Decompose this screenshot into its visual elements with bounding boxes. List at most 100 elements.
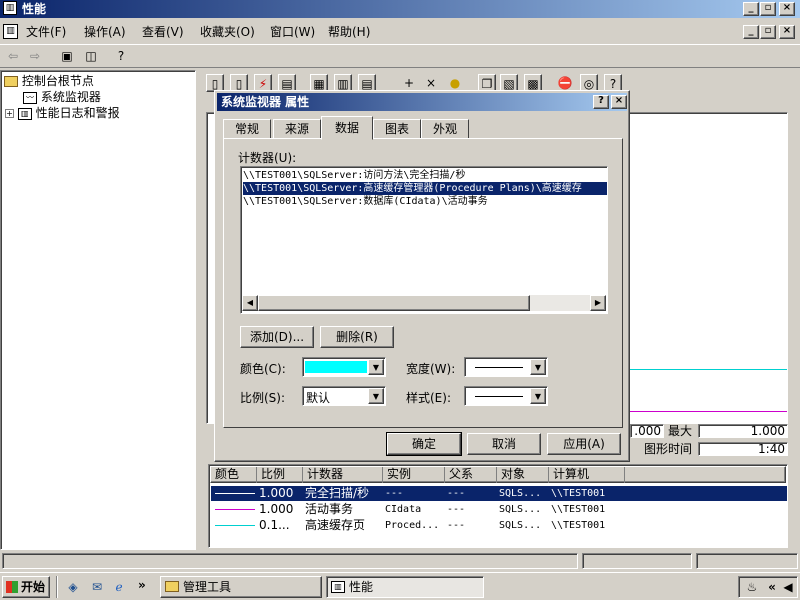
monitor-icon: 〰 xyxy=(23,91,37,104)
remove-counter-button[interactable]: 删除(R) xyxy=(320,326,394,348)
menu-view[interactable]: 查看(V) xyxy=(136,22,190,42)
row-instance: Proced... xyxy=(385,520,440,531)
table-row[interactable]: 0.1... 高速缓存页 Proced... --- SQLS... \\TES… xyxy=(211,518,787,533)
width-label: 宽度(W): xyxy=(406,362,456,376)
tab-source[interactable]: 来源 xyxy=(273,119,321,139)
color-swatch xyxy=(305,361,367,373)
chevron-down-icon[interactable]: ▼ xyxy=(530,359,546,375)
desktop-icon[interactable]: ◈ xyxy=(64,578,82,596)
row-scale: 1.000 xyxy=(259,502,294,516)
color-select[interactable]: ▼ xyxy=(302,357,386,377)
col-parent[interactable]: 父系 xyxy=(445,467,497,483)
list-item[interactable]: \\TEST001\SQLServer:数据库(CIdata)\活动事务 xyxy=(243,195,593,208)
dialog-help-button[interactable]: ? xyxy=(593,95,609,109)
row-counter: 高速缓存页 xyxy=(305,518,366,532)
col-counter[interactable]: 计数器 xyxy=(303,467,383,483)
tree-item-perf-logs[interactable]: + ▥ 性能日志和警报 xyxy=(5,105,120,121)
stat-duration-value: 1:40 xyxy=(698,442,788,456)
tree-root[interactable]: 控制台根节点 xyxy=(4,73,94,89)
row-color-swatch xyxy=(215,493,255,494)
scroll-left-button[interactable]: ◀ xyxy=(242,295,258,311)
menu-action[interactable]: 操作(A) xyxy=(78,22,132,42)
col-color[interactable]: 颜色 xyxy=(211,467,257,483)
close-button[interactable]: × xyxy=(779,2,795,16)
child-minimize-button[interactable]: _ xyxy=(743,25,759,39)
chart-line-cyan xyxy=(617,369,787,370)
tab-general[interactable]: 常规 xyxy=(223,119,271,139)
style-select[interactable]: ▼ xyxy=(464,386,548,406)
menu-help[interactable]: 帮助(H) xyxy=(322,22,376,42)
col-computer[interactable]: 计算机 xyxy=(549,467,625,483)
add-counter-button[interactable]: 添加(D)... xyxy=(240,326,314,348)
dialog-titlebar: 系统监视器 属性 ? × xyxy=(217,93,627,111)
menu-window[interactable]: 窗口(W) xyxy=(264,22,321,42)
minimize-button[interactable]: _ xyxy=(743,2,759,16)
row-counter: 活动事务 xyxy=(305,502,354,516)
list-item[interactable]: \\TEST001\SQLServer:访问方法\完全扫描/秒 xyxy=(243,169,593,182)
table-row[interactable]: 1.000 完全扫描/秒 --- --- SQLS... \\TEST001 xyxy=(211,486,787,501)
row-instance: --- xyxy=(385,488,404,499)
col-scale[interactable]: 比例 xyxy=(257,467,303,483)
ok-button[interactable]: 确定 xyxy=(386,432,462,456)
col-object[interactable]: 对象 xyxy=(497,467,549,483)
quicklaunch-chevron[interactable]: » xyxy=(138,578,146,592)
volume-icon[interactable]: ◀ xyxy=(779,578,797,596)
horizontal-scrollbar[interactable]: ◀ ▶ xyxy=(242,295,606,311)
tree-item-system-monitor[interactable]: 〰 系统监视器 xyxy=(23,89,101,105)
menu-file[interactable]: 文件(F) xyxy=(20,22,72,42)
stat-max-value: 1.000 xyxy=(698,424,788,438)
outlook-icon[interactable]: ✉ xyxy=(88,578,106,596)
back-arrow-icon[interactable]: ⇦ xyxy=(4,47,22,65)
forward-arrow-icon[interactable]: ⇨ xyxy=(26,47,44,65)
status-pane-2 xyxy=(582,553,692,569)
status-pane-1 xyxy=(2,553,578,569)
width-select[interactable]: ▼ xyxy=(464,357,548,377)
legend-list: 颜色 比例 计数器 实例 父系 对象 计算机 1.000 完全扫描/秒 --- … xyxy=(208,464,788,548)
color-label: 颜色(C): xyxy=(240,362,286,376)
menu-favorites[interactable]: 收藏夹(O) xyxy=(194,22,261,42)
cancel-button[interactable]: 取消 xyxy=(467,433,541,455)
apply-button[interactable]: 应用(A) xyxy=(547,433,621,455)
ie-icon[interactable]: ℯ xyxy=(110,578,128,596)
task-admin-tools[interactable]: 管理工具 xyxy=(160,576,322,598)
tab-panel: 计数器(U): \\TEST001\SQLServer:访问方法\完全扫描/秒 … xyxy=(223,138,623,428)
tray-icon[interactable]: ♨ xyxy=(743,578,761,596)
expand-icon[interactable]: + xyxy=(5,109,14,118)
list-item[interactable]: \\TEST001\SQLServer:高速缓存管理器(Procedure Pl… xyxy=(243,182,607,195)
row-scale: 0.1... xyxy=(259,518,290,532)
chevron-down-icon[interactable]: ▼ xyxy=(368,388,384,404)
col-instance[interactable]: 实例 xyxy=(383,467,445,483)
row-computer: \\TEST001 xyxy=(551,520,606,531)
tab-graph[interactable]: 图表 xyxy=(373,119,421,139)
perf-icon: ▥ xyxy=(331,581,345,593)
dialog-close-button[interactable]: × xyxy=(611,95,627,109)
scroll-right-button[interactable]: ▶ xyxy=(590,295,606,311)
tab-appearance[interactable]: 外观 xyxy=(421,119,469,139)
scale-select[interactable]: 默认 ▼ xyxy=(302,386,386,406)
scroll-thumb[interactable] xyxy=(258,295,530,311)
tab-data[interactable]: 数据 xyxy=(321,116,373,140)
stat-duration-label: 图形时间 xyxy=(644,442,693,456)
chevron-down-icon[interactable]: ▼ xyxy=(368,359,384,375)
row-scale: 1.000 xyxy=(259,486,294,500)
child-maximize-button[interactable]: ▫ xyxy=(760,25,776,39)
child-close-button[interactable]: × xyxy=(779,25,795,39)
app-title: 性能 xyxy=(22,2,47,16)
maximize-button[interactable]: ▫ xyxy=(760,2,776,16)
stat-max-label: 最大 xyxy=(668,424,693,438)
show-tree-icon[interactable]: ◫ xyxy=(82,47,100,65)
up-folder-icon[interactable]: ▣ xyxy=(58,47,76,65)
legend-header: 颜色 比例 计数器 实例 父系 对象 计算机 xyxy=(210,466,786,483)
counters-label: 计数器(U): xyxy=(238,151,297,165)
start-button[interactable]: 开始 xyxy=(2,576,50,598)
help-icon[interactable]: ? xyxy=(112,47,130,65)
chevron-down-icon[interactable]: ▼ xyxy=(530,388,546,404)
row-computer: \\TEST001 xyxy=(551,488,606,499)
counters-list[interactable]: \\TEST001\SQLServer:访问方法\完全扫描/秒 \\TEST00… xyxy=(240,166,608,314)
stat-min-value: .000 xyxy=(630,424,664,438)
tree-pane: 控制台根节点 〰 系统监视器 + ▥ 性能日志和警报 xyxy=(0,70,196,550)
table-row[interactable]: 1.000 活动事务 CIdata --- SQLS... \\TEST001 xyxy=(211,502,787,517)
task-performance[interactable]: ▥ 性能 xyxy=(326,576,484,598)
row-object: SQLS... xyxy=(499,504,542,515)
windows-logo-icon xyxy=(6,581,18,593)
